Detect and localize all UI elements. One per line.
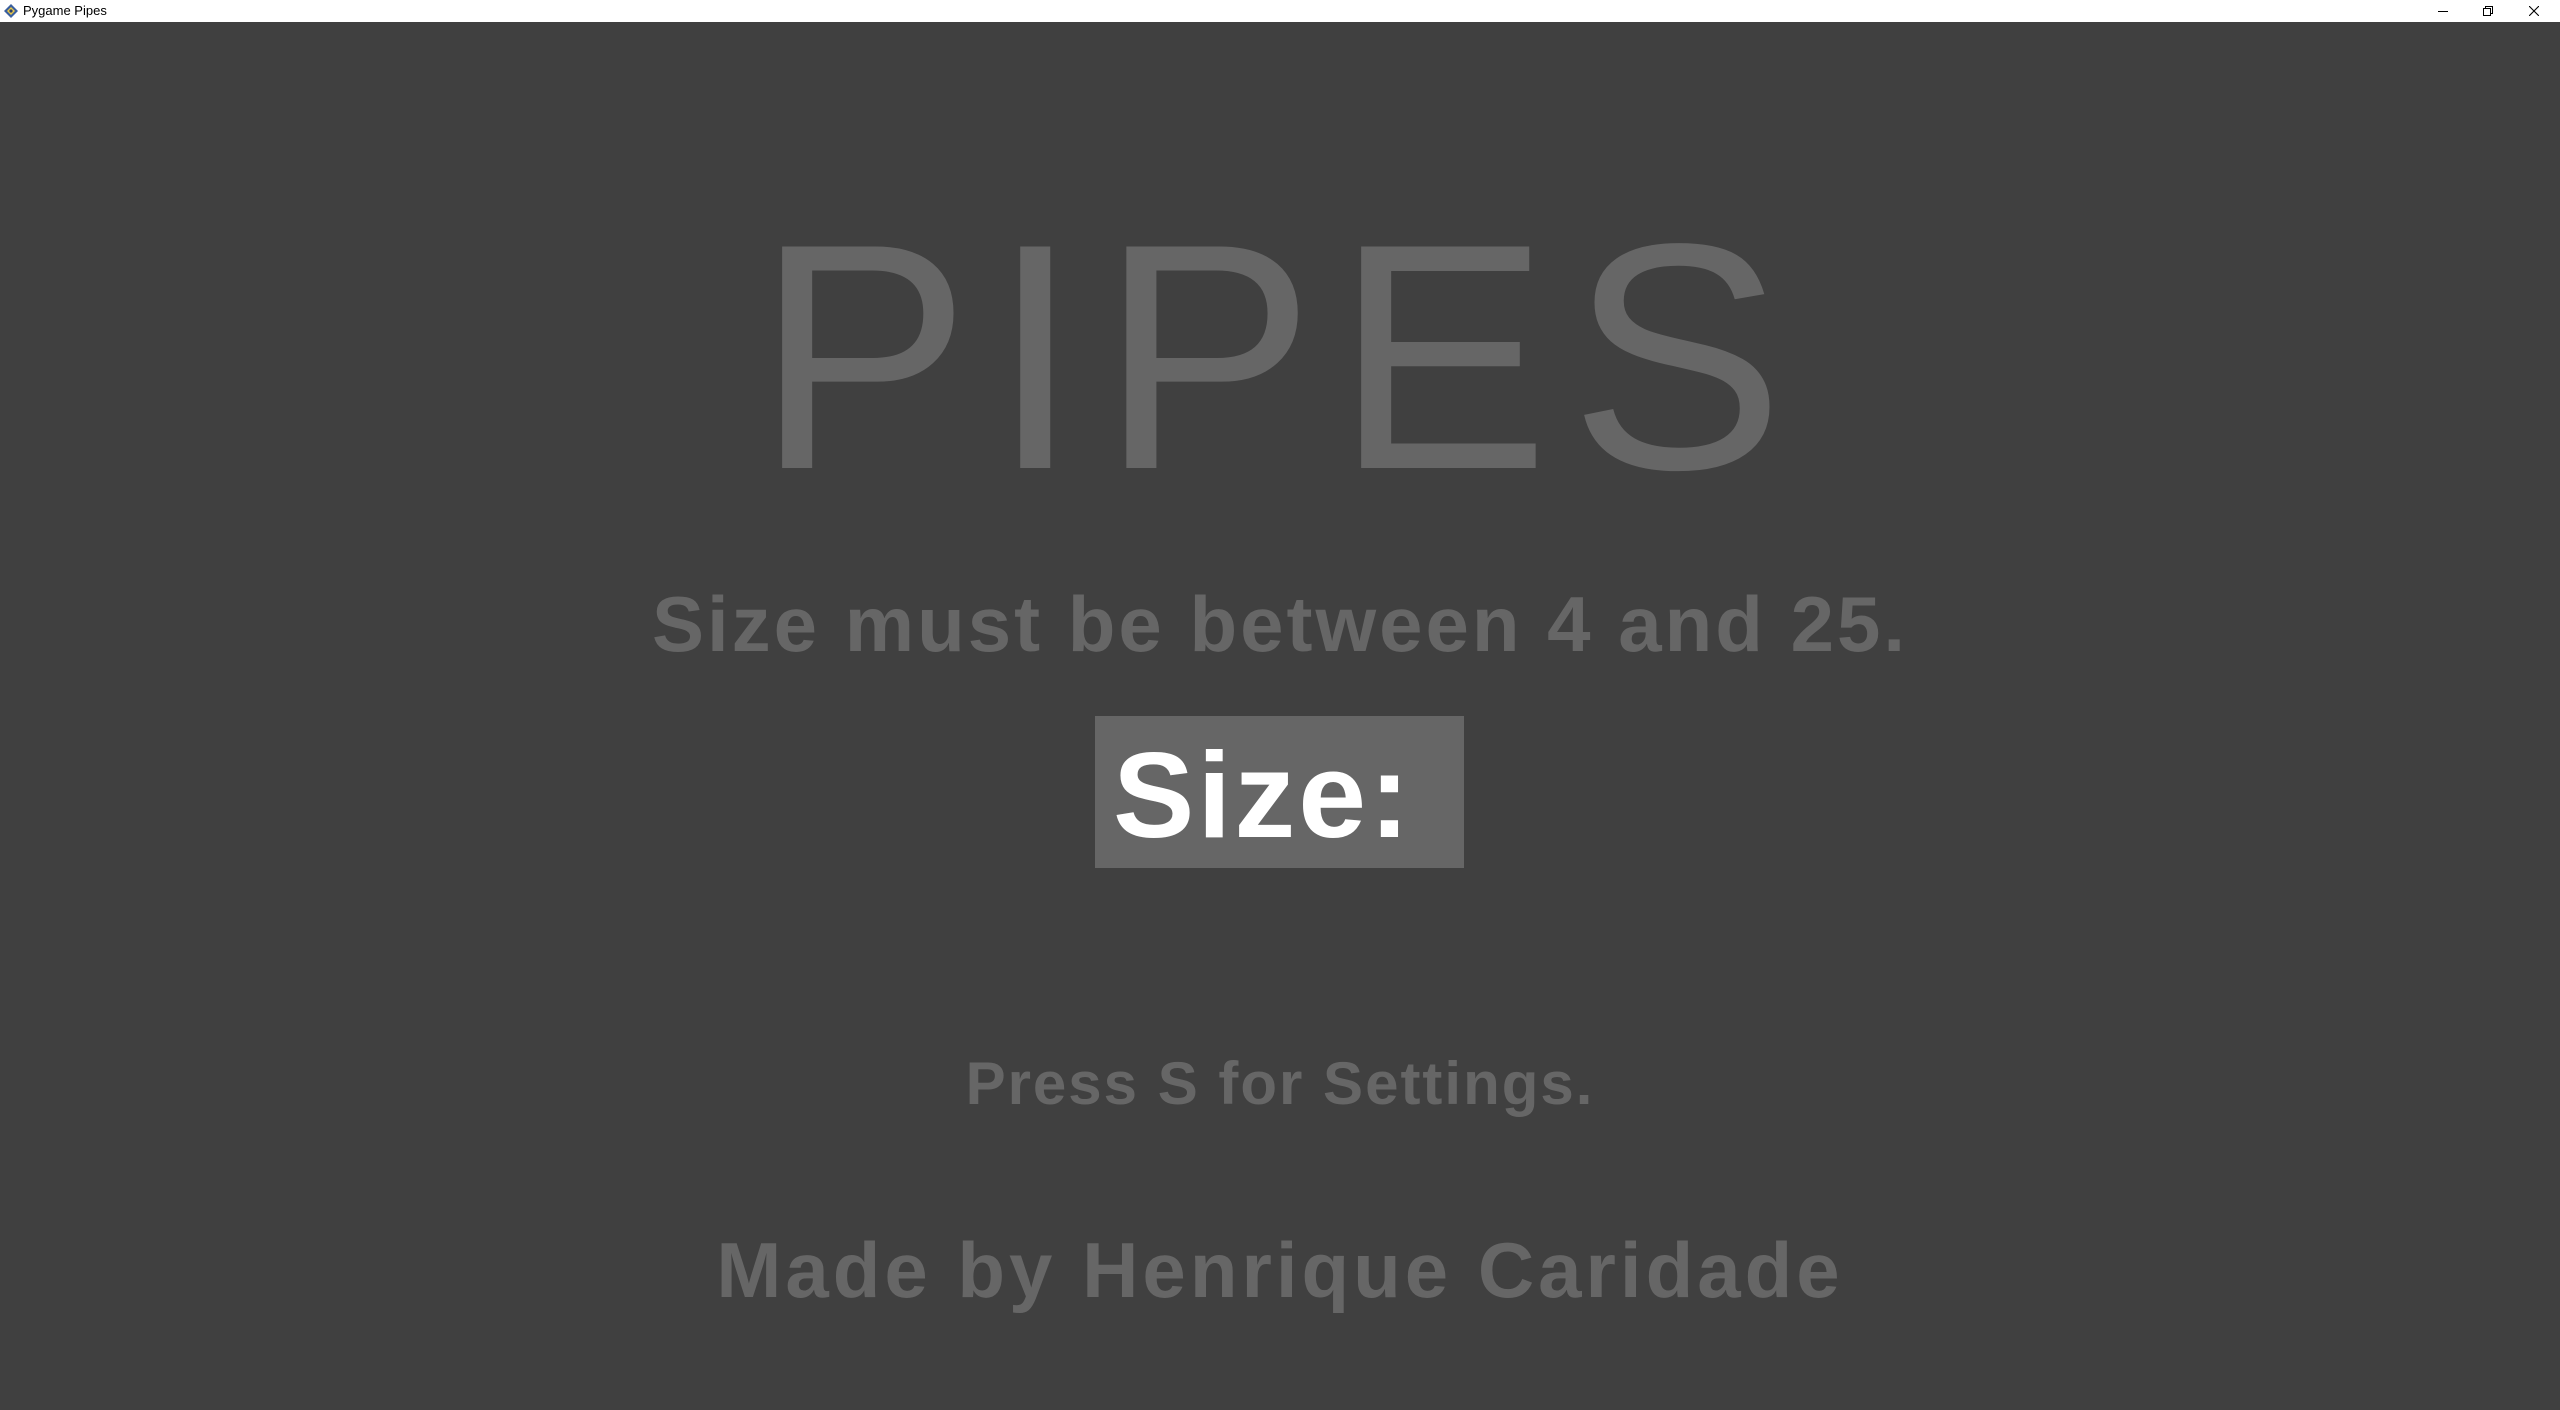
pygame-icon (3, 3, 19, 19)
game-canvas[interactable]: PIPES Size must be between 4 and 25. Siz… (0, 22, 2560, 1410)
size-range-hint: Size must be between 4 and 25. (651, 580, 1909, 668)
window-title: Pygame Pipes (23, 3, 107, 18)
restore-button[interactable] (2465, 0, 2511, 22)
close-button[interactable] (2511, 0, 2557, 22)
size-input[interactable]: Size: (1095, 716, 1464, 868)
close-icon (2529, 6, 2539, 16)
size-label: Size: (1113, 727, 1413, 863)
restore-icon (2483, 6, 2493, 16)
credits: Made by Henrique Caridade (716, 1226, 1844, 1314)
minimize-icon (2438, 6, 2448, 16)
window-titlebar[interactable]: Pygame Pipes (0, 0, 2560, 22)
settings-hint: Press S for Settings. (965, 1050, 1595, 1117)
game-title: PIPES (755, 178, 1805, 537)
minimize-button[interactable] (2420, 0, 2466, 22)
